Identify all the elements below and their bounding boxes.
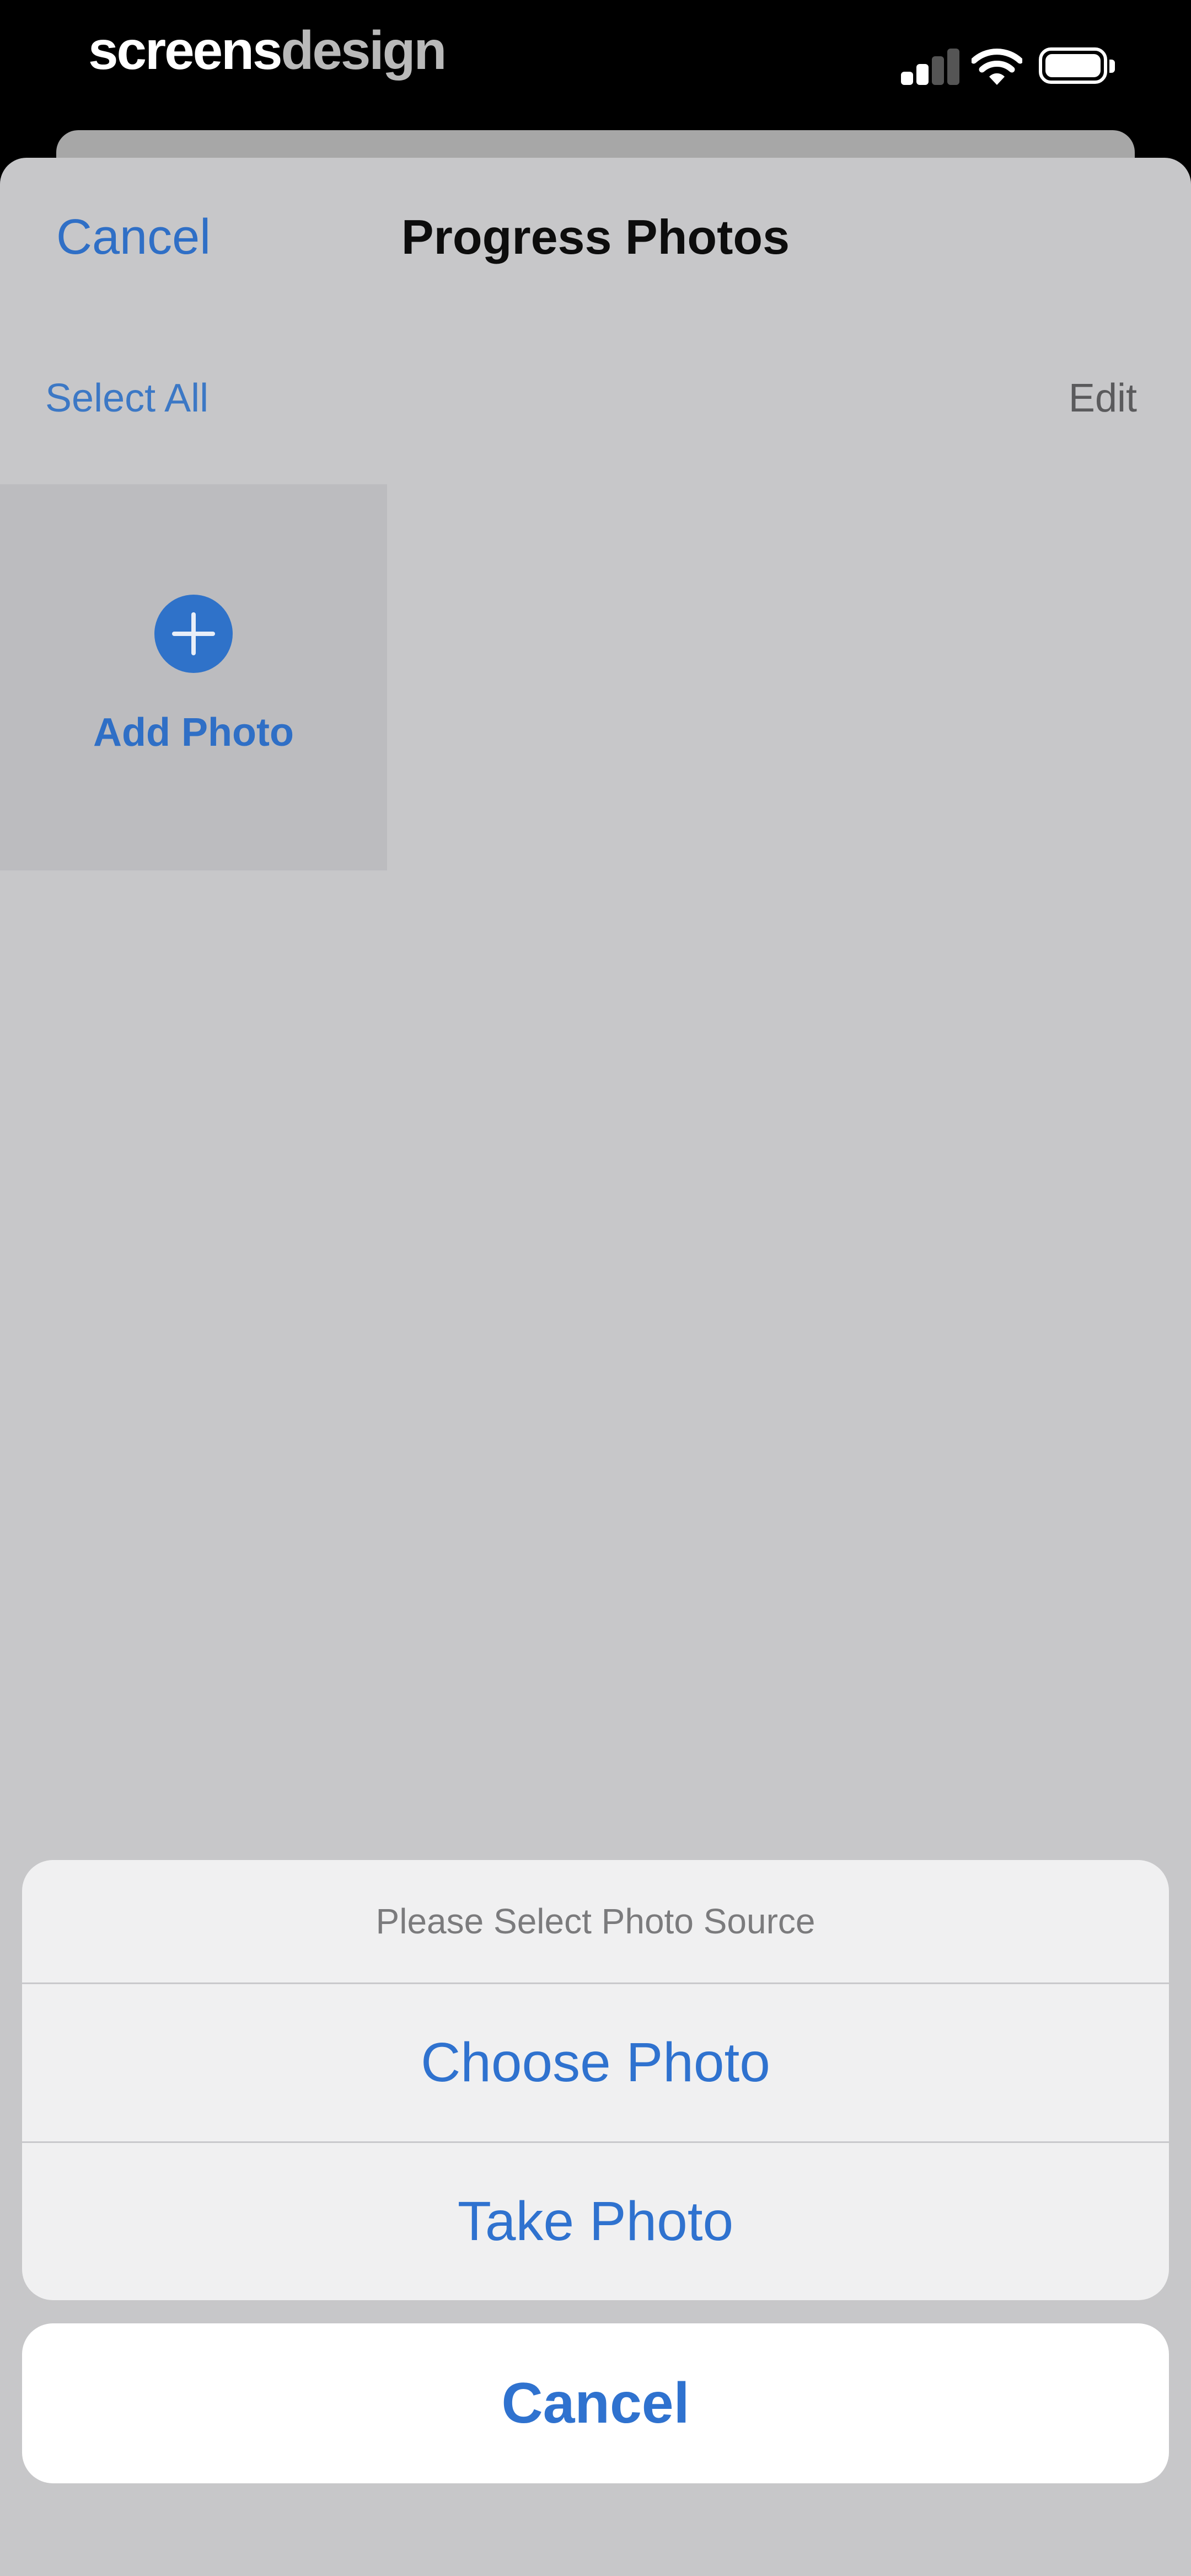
brand-part1: screens [88,20,283,81]
page-title: Progress Photos [401,210,790,264]
brand-part2: design [281,20,447,81]
status-bar: screensdesign [0,0,1191,132]
plus-circle-icon [154,595,233,673]
add-photo-tile[interactable]: Add Photo [0,484,387,870]
action-sheet-cancel-button[interactable]: Cancel [22,2323,1169,2483]
action-sheet-cancel-group: Cancel [22,2323,1169,2483]
screensdesign-watermark: screensdesign [88,23,447,77]
edit-button[interactable]: Edit [1069,371,1137,426]
photo-source-action-sheet: Please Select Photo Source Choose Photo … [22,1860,1169,2300]
select-all-button[interactable]: Select All [45,371,208,426]
battery-icon [1039,47,1116,86]
add-photo-label: Add Photo [93,710,294,755]
wifi-icon [972,49,1022,85]
choose-photo-button[interactable]: Choose Photo [22,1984,1169,2141]
take-photo-button[interactable]: Take Photo [22,2143,1169,2300]
cellular-signal-icon [901,49,961,85]
action-sheet-title: Please Select Photo Source [375,1901,816,1941]
